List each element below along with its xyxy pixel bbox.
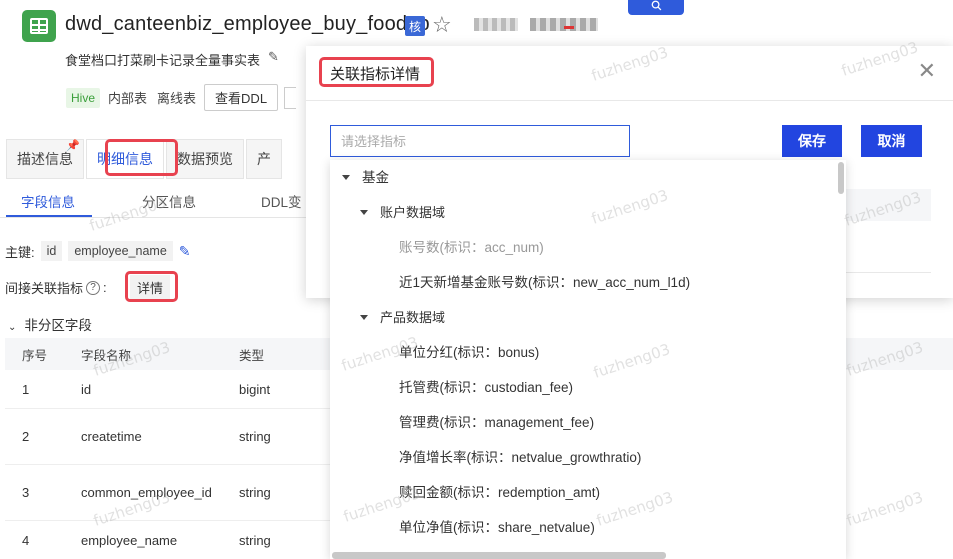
primary-key-chip: employee_name — [68, 241, 173, 261]
header-type: 类型 — [239, 348, 265, 363]
help-icon[interactable]: ? — [86, 280, 101, 295]
save-button[interactable]: 保存 — [782, 125, 842, 157]
offline-table-tag: 离线表 — [157, 91, 197, 106]
row-name: id — [81, 381, 92, 397]
search-button[interactable] — [628, 0, 684, 15]
horizontal-scrollbar[interactable] — [332, 552, 666, 559]
caret-down-icon — [360, 315, 368, 321]
table-row[interactable]: 4 employee_name string — [5, 521, 335, 559]
search-icon — [651, 0, 661, 11]
view-ddl-button[interactable]: 查看DDL — [204, 84, 279, 111]
tree-node-product-domain[interactable]: 产品数据域 — [330, 300, 445, 335]
page-title: dwd_canteenbiz_employee_buy_food_p — [65, 13, 430, 35]
row-no: 4 — [22, 533, 30, 548]
row-no: 1 — [22, 381, 30, 397]
tree-leaf[interactable]: 净值增长率(标识：netvalue_growthratio) — [330, 440, 641, 475]
tab-more[interactable]: 产 — [246, 139, 282, 179]
tree-node-account-domain[interactable]: 账户数据域 — [330, 195, 445, 230]
indirect-indicator-label: 间接关联指标 — [5, 281, 84, 296]
close-icon[interactable]: ✕ — [918, 60, 936, 82]
table-icon — [22, 10, 56, 42]
modal-table-divider — [838, 272, 931, 273]
highlight-box — [105, 139, 178, 176]
row-type: string — [239, 429, 271, 444]
primary-key-row: 主键: id employee_name ✎ — [5, 241, 191, 261]
cancel-button[interactable]: 取消 — [861, 125, 922, 157]
row-name: common_employee_id — [81, 484, 212, 500]
highlight-box — [319, 57, 434, 87]
subtab-partitions[interactable]: 分区信息 — [142, 191, 196, 211]
tree-node-label: 产品数据域 — [380, 310, 446, 325]
subtab-fields[interactable]: 字段信息 — [21, 191, 75, 211]
indirect-indicator-row: 间接关联指标 ?: — [5, 278, 107, 297]
pin-icon: 📌 — [66, 140, 80, 152]
core-badge: 核 — [405, 16, 425, 36]
tree-leaf[interactable]: 赎回金额(标识：redemption_amt) — [330, 475, 600, 510]
tree-node-fund[interactable]: 基金 — [330, 160, 389, 195]
sub-tabs: 字段信息 分区信息 DDL变 — [0, 182, 310, 218]
table-description: 食堂档口打菜刷卡记录全量事实表 — [65, 53, 261, 68]
tree-leaf[interactable]: 托管费(标识：custodian_fee) — [330, 370, 573, 405]
table-header: 序号 字段名称 类型 — [5, 338, 335, 370]
redacted-text — [530, 18, 598, 31]
tree-leaf: 账号数(标识：acc_num) — [399, 240, 544, 255]
tab-label: 描述信息 — [17, 151, 73, 167]
table-header-extension — [837, 338, 953, 370]
primary-key-label: 主键: — [5, 244, 35, 260]
subtab-ddl[interactable]: DDL变 — [261, 191, 302, 211]
section-title[interactable]: ⌄ 非分区字段 — [8, 314, 92, 334]
caret-down-icon — [342, 174, 350, 180]
section-title-label: 非分区字段 — [24, 318, 92, 333]
modal-table-header — [838, 189, 931, 221]
star-icon[interactable]: ☆ — [432, 14, 452, 36]
header-no: 序号 — [22, 348, 48, 363]
tab-label: 产 — [257, 151, 271, 167]
tree-leaf[interactable]: 管理费(标识：management_fee) — [330, 405, 594, 440]
columns-table: 序号 字段名称 类型 1 id bigint 2 createtime stri… — [5, 338, 335, 559]
tree-leaf[interactable]: 近1天新增基金账号数(标识：new_acc_num_l1d) — [330, 265, 690, 300]
table-row[interactable]: 1 id bigint — [5, 370, 335, 409]
tab-description[interactable]: 描述信息 📌 — [6, 139, 84, 179]
table-tags: Hive 内部表 离线表 查看DDL — [66, 84, 297, 111]
tree-node-label: 基金 — [362, 170, 389, 185]
edit-icon[interactable]: ✎ — [268, 49, 279, 65]
row-type: string — [239, 533, 271, 548]
tab-label: 数据预览 — [177, 151, 233, 167]
table-row[interactable]: 2 createtime string — [5, 409, 335, 465]
indicator-select-input[interactable] — [330, 125, 630, 157]
caret-down-icon — [360, 210, 368, 216]
tree-node-label: 账户数据域 — [380, 205, 446, 220]
colon: : — [103, 280, 107, 295]
active-tab-indicator — [6, 215, 92, 217]
tree-leaf[interactable]: 单位净值(标识：share_netvalue) — [330, 510, 595, 545]
hive-tag: Hive — [66, 87, 101, 108]
tree-leaf[interactable]: 单位分红(标识：bonus) — [330, 335, 539, 370]
row-type: bigint — [239, 381, 271, 397]
vertical-scrollbar[interactable] — [838, 162, 844, 194]
primary-key-chip: id — [40, 241, 63, 261]
row-name: employee_name — [81, 533, 178, 548]
row-name: createtime — [81, 429, 142, 444]
row-no: 3 — [22, 485, 30, 500]
table-row[interactable]: 3 common_employee_id string — [5, 465, 335, 521]
chevron-down-icon: ⌄ — [8, 322, 17, 333]
more-button[interactable] — [284, 86, 297, 109]
row-no: 2 — [22, 429, 30, 444]
internal-table-tag: 内部表 — [108, 91, 148, 106]
edit-icon[interactable]: ✎ — [179, 243, 191, 260]
redacted-text — [474, 18, 518, 31]
header-name: 字段名称 — [81, 348, 132, 363]
indicator-tree-dropdown: 基金 账户数据域 账号数(标识：acc_num) 近1天新增基金账号数(标识：n… — [330, 160, 846, 559]
row-type: string — [239, 485, 271, 500]
highlight-box — [125, 271, 178, 302]
